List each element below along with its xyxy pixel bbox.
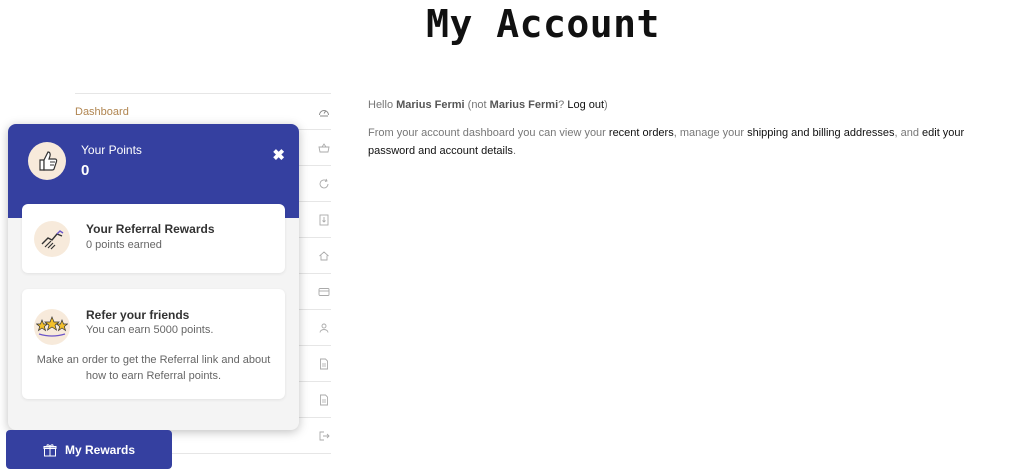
logout-icon bbox=[319, 431, 330, 440]
document-icon bbox=[320, 358, 328, 369]
addresses-link[interactable]: shipping and billing addresses bbox=[747, 127, 894, 139]
greeting: Hello Marius Fermi (not Marius Fermi? Lo… bbox=[368, 96, 988, 115]
greeting-text: Hello bbox=[368, 99, 397, 111]
greeting-text: ? bbox=[558, 99, 568, 111]
points-value: 0 bbox=[81, 162, 90, 179]
dashboard-icon bbox=[319, 109, 329, 116]
greeting-text: ) bbox=[604, 99, 608, 111]
my-rewards-button[interactable]: My Rewards bbox=[6, 430, 172, 469]
refer-friends-subtitle: You can earn 5000 points. bbox=[86, 324, 214, 336]
description-text: From your account dashboard you can view… bbox=[368, 126, 609, 139]
handshake-icon bbox=[34, 221, 70, 257]
my-rewards-label: My Rewards bbox=[64, 442, 136, 457]
logout-link[interactable]: Log out bbox=[567, 99, 604, 111]
refer-friends-title: Refer your friends bbox=[86, 308, 190, 322]
home-icon bbox=[319, 250, 329, 260]
greeting-text: (not bbox=[464, 99, 490, 111]
user-name: Marius Fermi bbox=[489, 99, 559, 111]
close-icon[interactable]: ✖ bbox=[272, 146, 285, 164]
description-text: . bbox=[512, 145, 516, 158]
dashboard-description: From your account dashboard you can view… bbox=[368, 124, 988, 161]
refresh-icon bbox=[319, 178, 329, 188]
description-text: , and bbox=[894, 126, 923, 139]
download-icon bbox=[319, 214, 329, 225]
stars-icon bbox=[34, 309, 70, 345]
user-icon bbox=[319, 323, 329, 333]
referral-rewards-card: Your Referral Rewards 0 points earned bbox=[22, 204, 285, 273]
refer-friends-card: Refer your friends You can earn 5000 poi… bbox=[22, 289, 285, 399]
document-icon bbox=[320, 394, 328, 405]
page-title: My Account bbox=[426, 2, 660, 46]
recent-orders-link[interactable]: recent orders bbox=[609, 127, 674, 139]
user-name: Marius Fermi bbox=[396, 99, 465, 111]
referral-note: Make an order to get the Referral link a… bbox=[36, 354, 271, 382]
credit-card-icon bbox=[318, 287, 330, 296]
thumbs-up-icon bbox=[28, 142, 66, 180]
account-dashboard-content: Hello Marius Fermi (not Marius Fermi? Lo… bbox=[368, 96, 988, 170]
description-text: , manage your bbox=[673, 126, 748, 139]
gift-icon bbox=[43, 443, 57, 456]
referral-rewards-title: Your Referral Rewards bbox=[86, 222, 215, 236]
referral-points-earned: 0 points earned bbox=[86, 239, 162, 251]
nav-item-label: Dashboard bbox=[75, 105, 129, 118]
rewards-popup: Your Points 0 ✖ Your Referral Rewards 0 … bbox=[8, 124, 299, 430]
points-title: Your Points bbox=[81, 143, 142, 157]
basket-icon bbox=[318, 142, 330, 152]
